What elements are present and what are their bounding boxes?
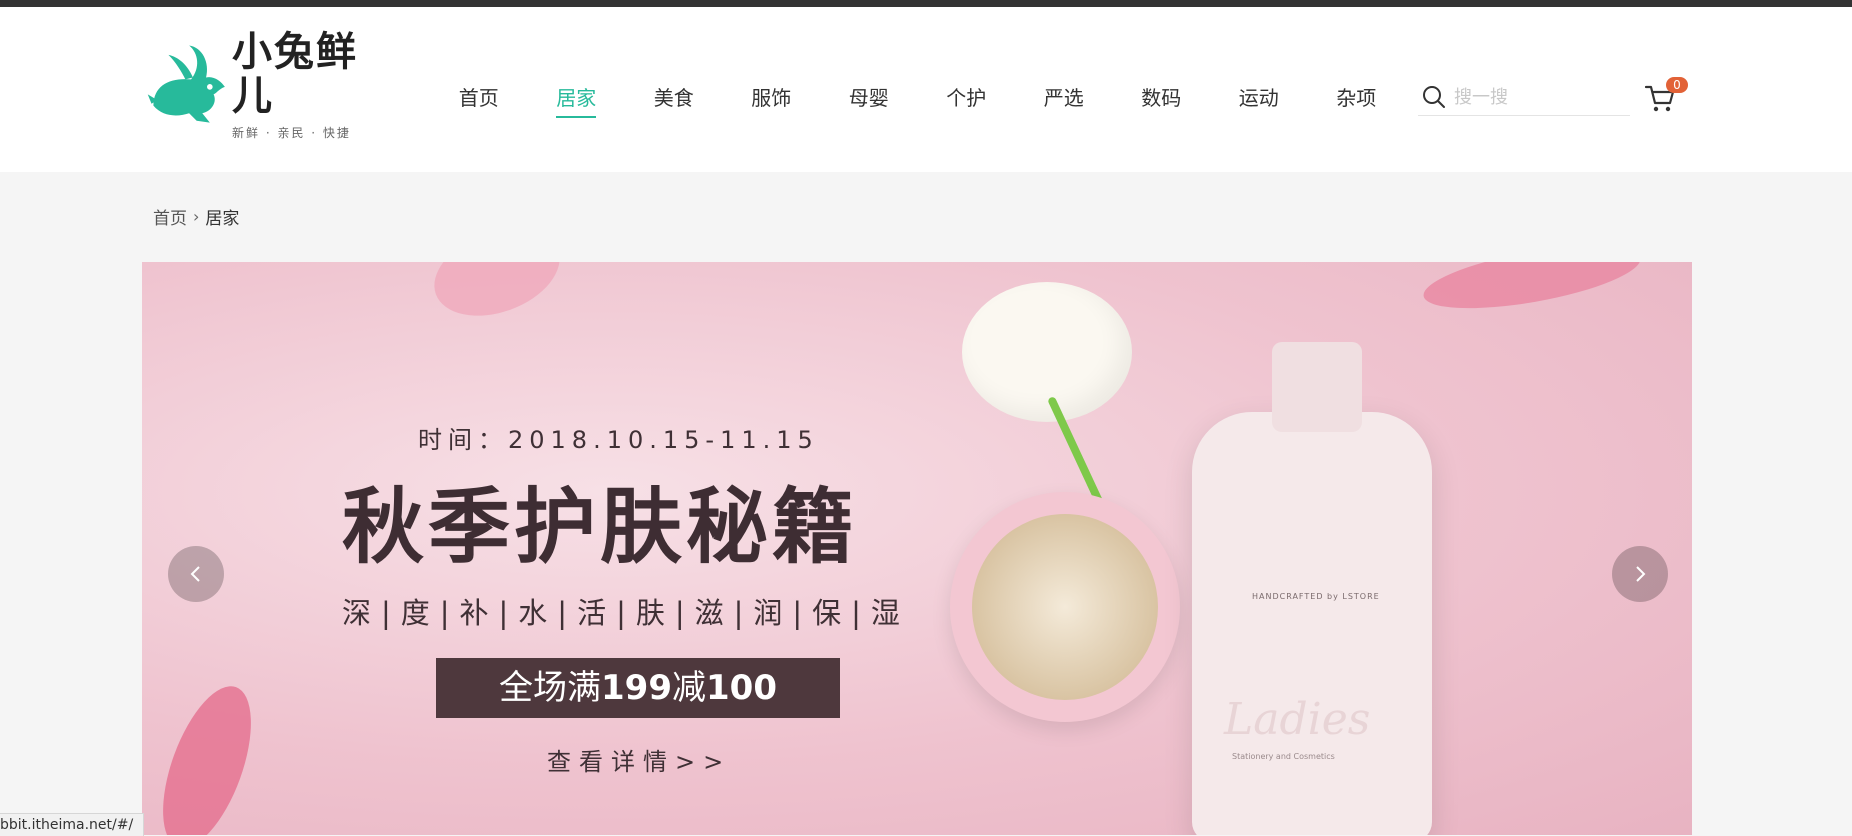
carousel-prev-button[interactable] [168, 546, 224, 602]
nav-item-home[interactable]: 首页 [430, 78, 528, 118]
chevron-right-icon [1636, 566, 1646, 582]
decor-bottle [1192, 412, 1432, 835]
breadcrumb: 首页 › 居家 [153, 204, 239, 229]
nav-label: 运动 [1238, 86, 1279, 110]
banner-more-link[interactable]: 查看详情>> [547, 742, 731, 777]
chevron-left-icon [190, 566, 200, 582]
nav-label: 个护 [946, 86, 987, 110]
nav-item-sports[interactable]: 运动 [1210, 78, 1308, 118]
nav-label: 首页 [458, 86, 499, 110]
carousel-next-button[interactable] [1612, 546, 1668, 602]
nav-item-selected[interactable]: 严选 [1015, 78, 1113, 118]
nav-item-baby[interactable]: 母婴 [820, 78, 918, 118]
nav-label: 服饰 [751, 86, 792, 110]
search-box [1418, 79, 1630, 116]
logo-slogan: 新鲜 · 亲民 · 快捷 [232, 125, 351, 140]
chevron-right-icon: › [193, 207, 200, 226]
cart-button[interactable]: 0 [1644, 77, 1694, 117]
nav-label: 数码 [1141, 86, 1182, 110]
decor-coffee [972, 514, 1158, 700]
banner-time: 时间：2018.10.15-11.15 [418, 426, 819, 454]
nav-item-food[interactable]: 美食 [625, 78, 723, 118]
decor-petal [145, 675, 269, 835]
search-input[interactable] [1452, 85, 1626, 109]
browser-status-url: bbit.itheima.net/#/ [0, 813, 145, 836]
top-strip [0, 0, 1852, 7]
nav-label: 母婴 [848, 86, 889, 110]
nav-label: 美食 [653, 86, 694, 110]
decor-petal [422, 262, 572, 332]
nav-label: 杂项 [1336, 86, 1377, 110]
nav-item-apparel[interactable]: 服饰 [723, 78, 821, 118]
site-logo[interactable]: 小兔鲜儿 新鲜 · 亲民 · 快捷 [144, 30, 390, 140]
rabbit-logo-icon [147, 45, 225, 123]
banner-promo: 全场满199减100 [436, 658, 840, 718]
decor-bottle-cap [1272, 342, 1362, 432]
bottle-label-text: Ladies [1224, 694, 1371, 745]
breadcrumb-item-home[interactable]: 首页 [153, 204, 187, 229]
logo-title: 小兔鲜儿 [232, 28, 359, 119]
banner-title: 秋季护肤秘籍 [342, 479, 859, 575]
nav-item-digital[interactable]: 数码 [1113, 78, 1211, 118]
promo-mid: 减 [672, 668, 706, 708]
promo-num-2: 100 [706, 668, 777, 708]
nav-label: 居家 [556, 86, 597, 118]
promo-banner[interactable]: HANDCRAFTED by LSTORE Ladies Stationery … [142, 262, 1692, 835]
breadcrumb-item-current: 居家 [205, 209, 240, 229]
main-nav: 首页 居家 美食 服饰 母婴 个护 严选 数码 运动 杂项 [430, 78, 1405, 118]
promo-prefix: 全场满 [499, 668, 602, 708]
nav-item-misc[interactable]: 杂项 [1308, 78, 1406, 118]
nav-item-personal-care[interactable]: 个护 [918, 78, 1016, 118]
bottle-sub-text: Stationery and Cosmetics [1232, 752, 1335, 761]
search-icon[interactable] [1422, 85, 1446, 109]
banner-subtitle: 深|度|补|水|活|肤|滋|润|保|湿 [342, 596, 910, 630]
promo-num-1: 199 [601, 668, 672, 708]
nav-item-home-living[interactable]: 居家 [528, 78, 626, 118]
bottle-brand-text: HANDCRAFTED by LSTORE [1252, 592, 1380, 601]
decor-petal [1419, 262, 1645, 321]
site-header: 小兔鲜儿 新鲜 · 亲民 · 快捷 首页 居家 美食 服饰 母婴 个护 严选 数… [0, 7, 1852, 172]
cart-count-badge: 0 [1666, 77, 1688, 93]
nav-label: 严选 [1043, 86, 1084, 110]
